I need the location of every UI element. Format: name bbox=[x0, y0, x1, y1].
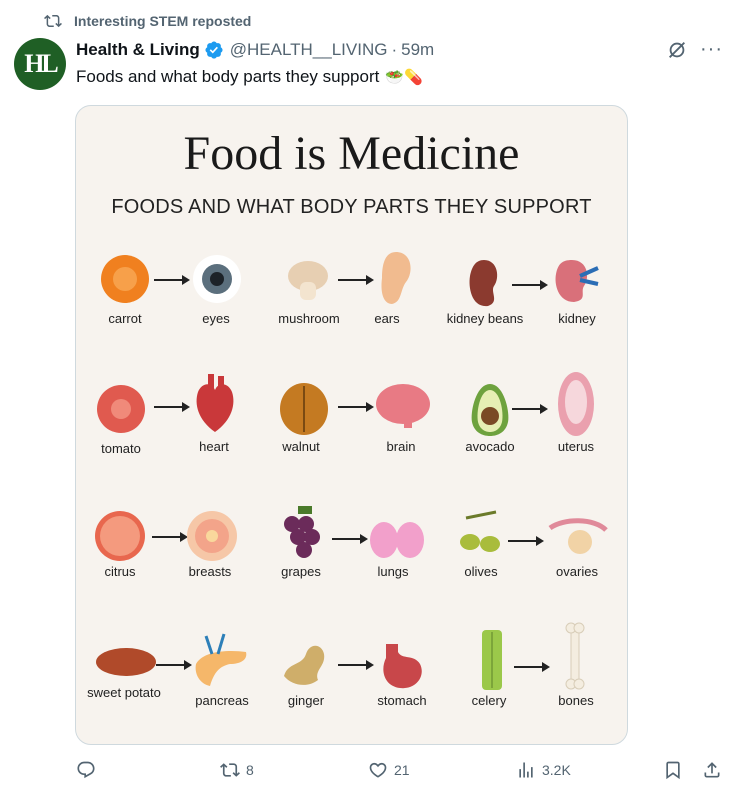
arrow-icon bbox=[332, 534, 368, 544]
stomach-icon bbox=[383, 644, 422, 689]
reply-button[interactable] bbox=[76, 760, 102, 780]
food-label: olives bbox=[464, 564, 498, 579]
share-button[interactable] bbox=[702, 760, 728, 780]
body-part-label: brain bbox=[386, 439, 416, 454]
like-button[interactable]: 21 bbox=[368, 760, 410, 780]
repost-label: Interesting STEM reposted bbox=[74, 13, 252, 29]
repost-icon bbox=[44, 14, 62, 28]
food-label: celery bbox=[471, 693, 507, 708]
body-part-label: heart bbox=[199, 439, 229, 454]
author-name[interactable]: Health & Living bbox=[76, 40, 200, 60]
body-part-label: kidney bbox=[558, 311, 596, 326]
body-part-label: breasts bbox=[188, 564, 232, 579]
avatar-initials: HL bbox=[24, 49, 59, 78]
repost-icon bbox=[220, 763, 240, 777]
mushroom-icon bbox=[288, 261, 328, 300]
avocado-icon bbox=[471, 384, 509, 436]
views-count: 3.2K bbox=[542, 762, 571, 778]
lungs-icon bbox=[370, 522, 424, 558]
tweet-text-row: Foods and what body parts they support 🥗… bbox=[76, 67, 423, 87]
views-button[interactable]: 3.2K bbox=[516, 760, 571, 780]
ovaries-icon bbox=[548, 518, 608, 554]
tweet-actions: 8 21 3.2K bbox=[0, 760, 738, 786]
body-part-label: eyes bbox=[202, 311, 230, 326]
grok-icon[interactable] bbox=[666, 39, 688, 61]
tweet-emoji: 🥗💊 bbox=[385, 69, 423, 86]
more-options-icon[interactable]: ··· bbox=[700, 39, 723, 59]
repost-count: 8 bbox=[246, 762, 254, 778]
olives-icon bbox=[460, 510, 500, 552]
verified-badge-icon bbox=[205, 41, 223, 59]
arrow-icon bbox=[156, 660, 192, 670]
avatar[interactable]: HL bbox=[14, 38, 66, 90]
separator-dot: · bbox=[391, 40, 398, 59]
food-label: carrot bbox=[108, 311, 142, 326]
brain-icon bbox=[376, 384, 430, 428]
food-label: kidney beans bbox=[446, 311, 524, 326]
arrow-icon bbox=[338, 275, 374, 285]
bookmark-icon bbox=[666, 761, 680, 780]
carrot-icon bbox=[101, 255, 149, 303]
arrow-icon bbox=[512, 404, 548, 414]
food-label: mushroom bbox=[278, 311, 340, 326]
uterus-icon bbox=[558, 372, 594, 436]
heart-icon bbox=[196, 374, 234, 432]
ginger-icon bbox=[284, 645, 325, 685]
infographic-subtitle: FOODS AND WHAT BODY PARTS THEY SUPPORT bbox=[111, 196, 592, 218]
body-part-label: ovaries bbox=[556, 564, 598, 579]
body-part-label: lungs bbox=[377, 564, 409, 579]
share-icon bbox=[704, 762, 720, 778]
repost-indicator[interactable]: Interesting STEM reposted bbox=[44, 12, 251, 30]
pancreas-icon bbox=[195, 633, 247, 686]
tweet-text: Foods and what body parts they support bbox=[76, 67, 380, 86]
ear-icon bbox=[381, 252, 411, 304]
arrow-icon bbox=[508, 536, 544, 546]
bookmark-button[interactable] bbox=[663, 760, 689, 780]
citrus-icon bbox=[95, 511, 145, 561]
arrow-icon bbox=[338, 402, 374, 412]
grapes-icon bbox=[284, 506, 320, 558]
arrow-icon bbox=[154, 402, 190, 412]
walnut-icon bbox=[280, 383, 328, 435]
tweet-header: Health & Living @HEALTH__LIVING · 59m bbox=[76, 40, 434, 60]
heart-outline-icon bbox=[369, 762, 387, 778]
views-bar-chart-icon bbox=[519, 762, 533, 778]
bone-icon bbox=[565, 622, 585, 690]
food-label: sweet potato bbox=[87, 685, 161, 700]
food-label: tomato bbox=[101, 441, 141, 456]
like-count: 21 bbox=[394, 762, 410, 778]
breast-icon bbox=[187, 511, 237, 561]
celery-icon bbox=[482, 630, 502, 690]
food-label: citrus bbox=[104, 564, 136, 579]
arrow-icon bbox=[514, 662, 550, 672]
food-label: walnut bbox=[282, 439, 320, 454]
infographic-title: Food is Medicine bbox=[183, 127, 520, 180]
food-label: ginger bbox=[287, 693, 325, 708]
body-part-label: pancreas bbox=[195, 693, 249, 708]
food-label: avocado bbox=[465, 439, 515, 454]
tweet-time[interactable]: 59m bbox=[401, 40, 434, 60]
body-part-label: stomach bbox=[377, 693, 427, 708]
tweet[interactable]: Interesting STEM reposted HL Health & Li… bbox=[0, 0, 738, 801]
body-part-label: uterus bbox=[557, 439, 595, 454]
arrow-icon bbox=[152, 532, 188, 542]
author-handle[interactable]: @HEALTH__LIVING bbox=[230, 40, 388, 60]
eye-icon bbox=[193, 255, 241, 303]
body-part-label: bones bbox=[558, 693, 594, 708]
kidney-icon bbox=[555, 260, 599, 302]
reply-icon bbox=[77, 761, 95, 779]
repost-button[interactable]: 8 bbox=[220, 760, 254, 780]
tomato-icon bbox=[97, 385, 145, 433]
arrow-icon bbox=[512, 280, 548, 290]
body-part-label: ears bbox=[374, 311, 400, 326]
food-label: grapes bbox=[281, 564, 321, 579]
arrow-icon bbox=[338, 660, 374, 670]
kidney-beans-icon bbox=[469, 260, 498, 307]
tweet-media-image[interactable]: Food is Medicine FOODS AND WHAT BODY PAR… bbox=[75, 105, 628, 745]
arrow-icon bbox=[154, 275, 190, 285]
sweet-potato-icon bbox=[96, 648, 156, 676]
